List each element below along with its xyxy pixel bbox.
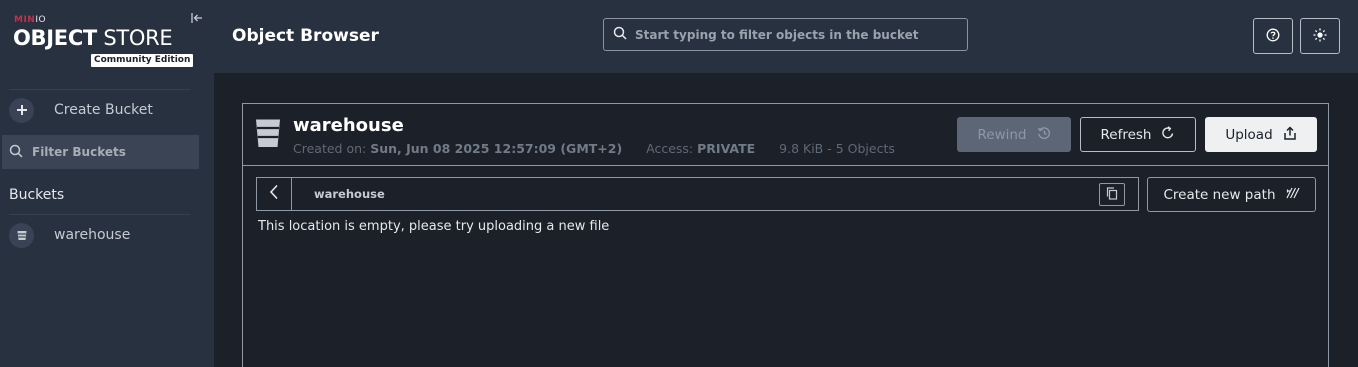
- bucket-meta: Created on: Sun, Jun 08 2025 12:57:09 (G…: [293, 141, 895, 156]
- bucket-name: warehouse: [293, 115, 404, 136]
- access-label: Access:: [646, 141, 694, 156]
- sidebar-item-warehouse[interactable]: warehouse: [9, 222, 130, 248]
- search-placeholder: Start typing to filter objects in the bu…: [635, 27, 919, 42]
- plus-icon: [9, 97, 34, 123]
- rewind-button[interactable]: Rewind: [957, 117, 1071, 152]
- created-label: Created on:: [293, 141, 367, 156]
- refresh-button[interactable]: Refresh: [1080, 117, 1196, 152]
- chevron-left-icon: [269, 184, 279, 204]
- breadcrumb-path[interactable]: warehouse: [314, 187, 385, 201]
- collapse-sidebar-icon[interactable]: [190, 10, 204, 24]
- create-new-path-label: Create new path: [1163, 186, 1276, 203]
- sun-icon: [1313, 27, 1327, 46]
- sidebar: MINIO OBJECT STORE Community Edition Cre…: [0, 0, 214, 367]
- top-header: Object Browser Start typing to filter ob…: [214, 0, 1358, 73]
- breadcrumb: warehouse: [256, 177, 1139, 211]
- rewind-label: Rewind: [977, 126, 1027, 143]
- bucket-icon: [9, 222, 34, 248]
- refresh-icon: [1161, 125, 1175, 144]
- create-bucket-label: Create Bucket: [54, 102, 153, 118]
- bucket-header: warehouse Created on: Sun, Jun 08 2025 1…: [243, 104, 1328, 166]
- theme-toggle-button[interactable]: [1300, 18, 1340, 54]
- size-summary: 9.8 KiB - 5 Objects: [779, 141, 895, 156]
- buckets-heading: Buckets: [9, 187, 65, 203]
- sidebar-item-label: warehouse: [54, 227, 131, 243]
- divider: [9, 89, 190, 90]
- object-search-input[interactable]: Start typing to filter objects in the bu…: [603, 18, 968, 51]
- copy-icon: [1106, 185, 1118, 204]
- help-button[interactable]: [1253, 18, 1293, 54]
- refresh-label: Refresh: [1100, 126, 1152, 143]
- upload-icon: [1283, 125, 1297, 144]
- create-new-path-button[interactable]: Create new path: [1147, 177, 1316, 212]
- bucket-icon: [255, 118, 281, 152]
- logo-title: OBJECT STORE: [13, 26, 173, 50]
- new-path-icon: [1285, 187, 1300, 203]
- upload-button[interactable]: Upload: [1205, 117, 1317, 152]
- search-icon: [613, 25, 627, 44]
- page-title: Object Browser: [232, 26, 379, 46]
- access-value: PRIVATE: [697, 141, 756, 156]
- copy-path-button[interactable]: [1099, 183, 1125, 206]
- logo-edition-badge: Community Edition: [91, 54, 194, 67]
- create-bucket-button[interactable]: Create Bucket: [9, 97, 153, 123]
- filter-buckets-placeholder: Filter Buckets: [32, 145, 126, 159]
- filter-buckets-input[interactable]: Filter Buckets: [2, 135, 199, 169]
- search-icon: [9, 143, 23, 162]
- help-icon: [1266, 27, 1280, 46]
- divider: [9, 214, 190, 215]
- empty-state-message: This location is empty, please try uploa…: [258, 219, 610, 234]
- bucket-panel: warehouse Created on: Sun, Jun 08 2025 1…: [242, 103, 1329, 367]
- back-button[interactable]: [257, 178, 292, 210]
- upload-label: Upload: [1225, 126, 1273, 143]
- logo-brand: MINIO: [14, 15, 47, 25]
- history-icon: [1037, 126, 1051, 144]
- created-value: Sun, Jun 08 2025 12:57:09 (GMT+2): [370, 141, 623, 156]
